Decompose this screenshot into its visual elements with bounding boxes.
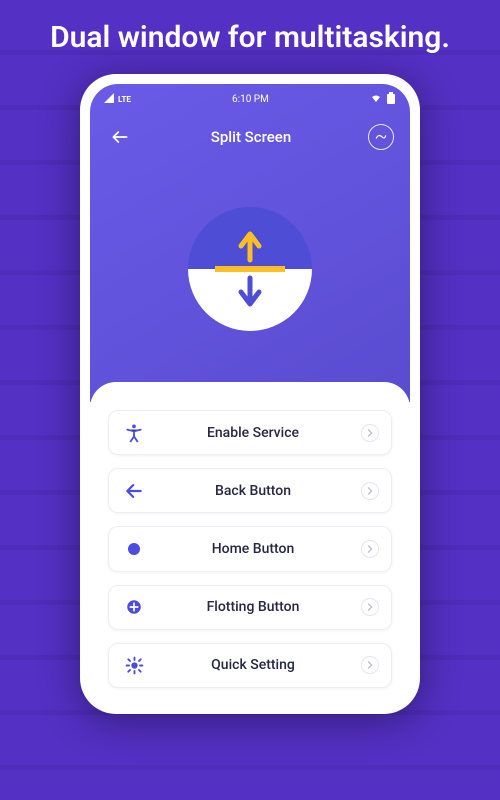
info-button[interactable]: [368, 124, 394, 150]
back-button-item[interactable]: Back Button: [108, 468, 392, 513]
item-label: Home Button: [145, 541, 361, 557]
wifi-icon: [370, 93, 382, 106]
plus-circle-icon: [123, 596, 145, 618]
promo-title: Dual window for multitasking.: [0, 0, 500, 74]
circle-icon: [123, 538, 145, 560]
back-button[interactable]: [106, 123, 134, 151]
chevron-right-icon: [361, 656, 379, 674]
chevron-right-icon: [361, 598, 379, 616]
battery-icon: [386, 92, 396, 107]
chevron-right-icon: [361, 540, 379, 558]
lte-icon: LTE: [118, 95, 131, 104]
item-label: Enable Service: [145, 425, 361, 441]
chevron-right-icon: [361, 482, 379, 500]
floating-button-item[interactable]: Flotting Button: [108, 585, 392, 630]
quick-setting-item[interactable]: Quick Setting: [108, 643, 392, 688]
settings-sheet: Enable Service Back Button Home Button F…: [90, 382, 410, 704]
phone-frame: LTE 6:10 PM Split Screen: [80, 74, 420, 714]
item-label: Flotting Button: [145, 599, 361, 615]
badge-icon: [374, 130, 388, 144]
item-label: Quick Setting: [145, 657, 361, 673]
signal-icon: [104, 93, 114, 106]
status-bar: LTE 6:10 PM: [90, 84, 410, 115]
screen-title: Split Screen: [211, 128, 291, 146]
app-bar: Split Screen: [90, 115, 410, 159]
enable-service-item[interactable]: Enable Service: [108, 410, 392, 455]
split-screen-icon: [185, 204, 315, 334]
home-button-item[interactable]: Home Button: [108, 526, 392, 571]
status-time: 6:10 PM: [232, 94, 269, 105]
item-label: Back Button: [145, 483, 361, 499]
gear-icon: [123, 654, 145, 676]
screen: LTE 6:10 PM Split Screen: [90, 84, 410, 704]
arrow-left-icon: [110, 127, 130, 147]
chevron-right-icon: [361, 424, 379, 442]
back-arrow-icon: [123, 480, 145, 502]
hero-area: LTE 6:10 PM Split Screen: [90, 84, 410, 402]
accessibility-icon: [123, 422, 145, 444]
